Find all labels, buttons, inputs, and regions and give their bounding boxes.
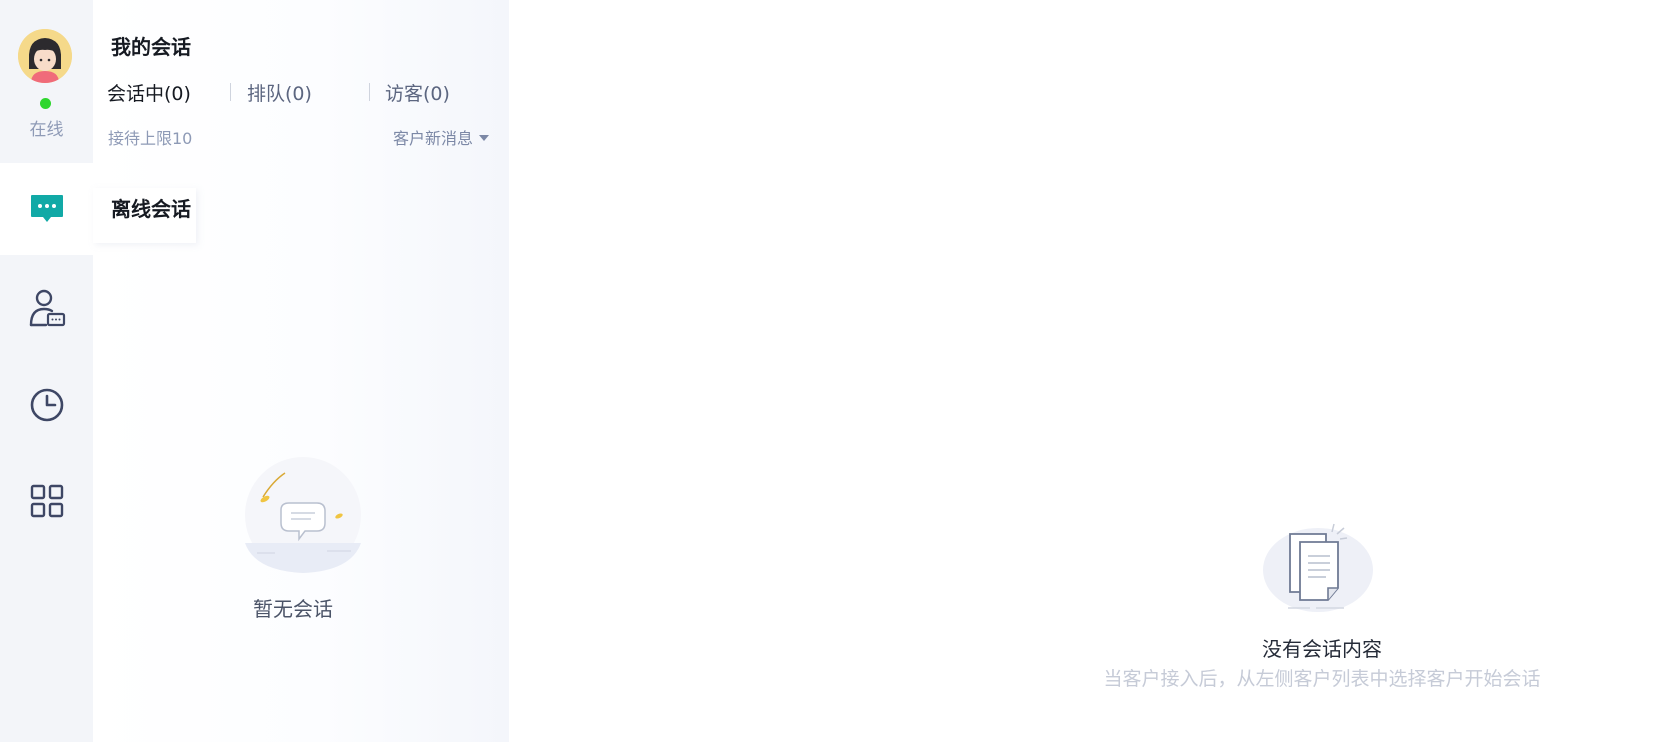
tab-visitors[interactable]: 访客(0) bbox=[385, 79, 450, 106]
tab-in-session[interactable]: 会话中(0) bbox=[107, 79, 191, 106]
offline-sessions-tab[interactable]: 离线会话 bbox=[93, 188, 196, 243]
empty-chat-illustration bbox=[243, 455, 363, 575]
sort-dropdown-label: 客户新消息 bbox=[392, 129, 473, 148]
panel-title: 我的会话 bbox=[111, 35, 191, 59]
sidebar-rail: 在线 bbox=[0, 0, 93, 742]
online-status-label: 在线 bbox=[29, 120, 64, 140]
caret-down-icon bbox=[479, 134, 489, 141]
tab-divider bbox=[230, 83, 231, 101]
tab-divider bbox=[369, 83, 370, 101]
nav-item-sessions[interactable] bbox=[0, 163, 93, 255]
avatar-girl-icon bbox=[18, 29, 72, 83]
reception-limit: 接待上限10 bbox=[108, 129, 193, 148]
chat-bubble-icon bbox=[30, 195, 63, 222]
customer-contact-icon bbox=[29, 289, 65, 327]
sort-dropdown[interactable]: 客户新消息 bbox=[393, 125, 489, 149]
nav-item-customers[interactable] bbox=[0, 262, 93, 354]
apps-grid-icon bbox=[30, 484, 63, 518]
empty-list-text: 暂无会话 bbox=[253, 597, 333, 621]
empty-content-illustration bbox=[1262, 522, 1382, 614]
nav-item-history[interactable] bbox=[0, 359, 93, 451]
empty-chat-bubble-icon bbox=[245, 457, 361, 573]
empty-content-title: 没有会话内容 bbox=[1262, 637, 1382, 661]
user-avatar[interactable] bbox=[18, 29, 72, 83]
empty-content-subtitle: 当客户接入后，从左侧客户列表中选择客户开始会话 bbox=[1103, 668, 1541, 690]
online-status-dot bbox=[40, 98, 51, 109]
tab-queue[interactable]: 排队(0) bbox=[247, 79, 312, 106]
session-tabs: 会话中(0) 排队(0) 访客(0) bbox=[107, 79, 497, 105]
empty-document-icon bbox=[1263, 523, 1373, 612]
session-list-panel: 我的会话 会话中(0) 排队(0) 访客(0) 接待上限10 客户新消息 离线会… bbox=[93, 0, 509, 742]
clock-history-icon bbox=[30, 388, 63, 422]
nav-item-apps[interactable] bbox=[0, 455, 93, 547]
